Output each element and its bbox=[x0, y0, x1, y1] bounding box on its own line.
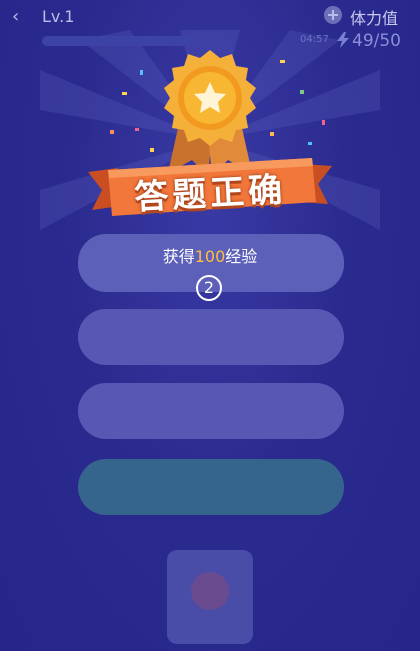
add-stamina-icon[interactable] bbox=[324, 6, 342, 24]
bottom-action-button[interactable] bbox=[167, 550, 253, 644]
reward-suffix: 经验 bbox=[225, 247, 258, 266]
answer-option-3[interactable] bbox=[78, 383, 344, 439]
answer-option-2[interactable] bbox=[78, 309, 344, 365]
countdown-timer: 2 bbox=[196, 275, 222, 301]
lightning-icon bbox=[337, 32, 349, 48]
reward-amount: 100 bbox=[194, 247, 226, 266]
experience-progress-bar bbox=[42, 36, 192, 46]
action-icon bbox=[191, 572, 229, 610]
top-bar: ‹ Lv.1 体力值 bbox=[0, 0, 420, 34]
reward-prefix: 获得 bbox=[162, 247, 195, 266]
stamina-label: 体力值 bbox=[350, 9, 399, 28]
answer-option-4[interactable] bbox=[78, 459, 344, 515]
result-title: 答题正确 bbox=[133, 170, 288, 218]
level-label: Lv.1 bbox=[42, 7, 75, 26]
stamina-timer: 04:57 bbox=[300, 34, 329, 45]
reward-message: 获得100经验 bbox=[0, 243, 420, 267]
chevron-left-icon[interactable]: ‹ bbox=[12, 8, 30, 26]
stamina-count: 49/50 bbox=[352, 31, 401, 51]
